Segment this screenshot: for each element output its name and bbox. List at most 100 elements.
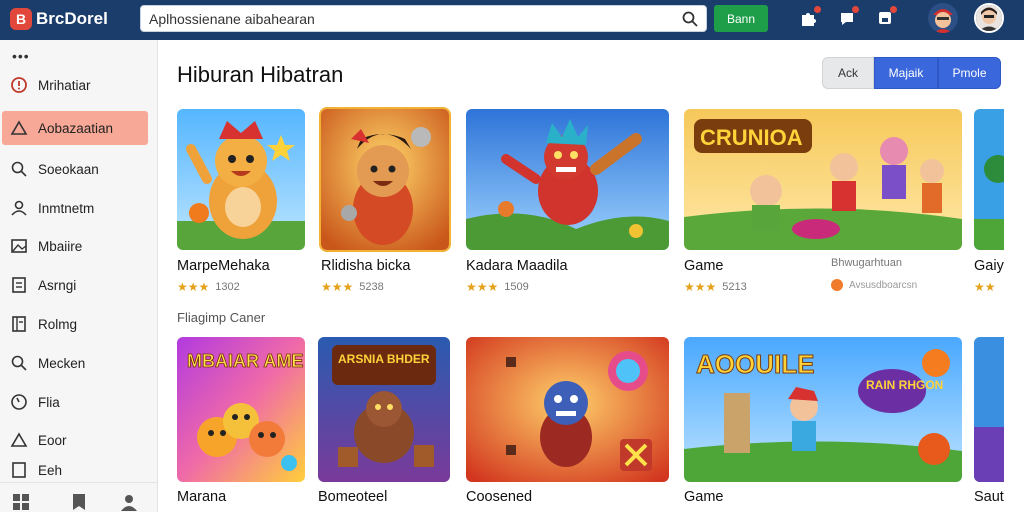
sidebar-item-9[interactable]: Flia [2, 385, 148, 419]
notification-icon[interactable] [838, 6, 859, 27]
game-title: Gaiy [974, 258, 1004, 274]
save-icon[interactable] [876, 6, 897, 27]
sidebar-bottom-bar [0, 482, 157, 512]
warning-icon [10, 432, 28, 447]
game-rating: ★ ★ [974, 280, 996, 294]
star-icon: ★ [974, 280, 985, 294]
sidebar-item-3[interactable]: Soeokaan [2, 152, 148, 186]
segment-button-2[interactable]: Majaik [874, 57, 938, 89]
banner-text: MBAIAR AME [187, 351, 303, 371]
sidebar-item-4[interactable]: Inmtnetm [2, 191, 148, 225]
sidebar-item-label: Mbaiire [38, 238, 83, 254]
search-box [140, 5, 707, 32]
search-icon [11, 355, 27, 371]
sidebar-item-label: Aobazaatian [38, 120, 114, 136]
segment-button-1[interactable]: Ack [822, 57, 874, 89]
sidebar-item-11[interactable]: Eeh [2, 458, 148, 482]
document-icon [12, 462, 26, 478]
sidebar: ••• Mrihatiar Aobazaatian Soeokaan Inmtn… [0, 40, 158, 512]
more-icon[interactable]: ••• [12, 48, 30, 64]
sidebar-item-label: Rolmg [38, 316, 78, 332]
game-title: Rlidisha bicka [321, 258, 411, 274]
game-thumbnail[interactable] [466, 337, 669, 482]
clock-icon [11, 394, 27, 410]
game-thumbnail[interactable] [321, 109, 449, 250]
sidebar-item-2[interactable]: Aobazaatian [2, 111, 148, 145]
avatar-user[interactable] [974, 3, 1004, 33]
star-icon: ★ [466, 280, 477, 294]
puzzle-icon[interactable] [800, 6, 821, 27]
star-icon: ★ [487, 280, 499, 294]
logo-mark: B [10, 8, 32, 30]
game-thumbnail[interactable] [974, 337, 1004, 482]
sidebar-item-label: Soeokaan [38, 161, 99, 177]
search-icon [11, 161, 27, 177]
banner-text: CRUNIOA [700, 125, 803, 150]
grid-icon[interactable] [12, 493, 30, 511]
sidebar-item-5[interactable]: Mbaiire [2, 229, 148, 263]
publisher: Avsusdboarcsn [831, 279, 917, 291]
game-title: Bomeoteel [318, 489, 388, 505]
app-logo[interactable]: B BrcDorel [10, 8, 108, 30]
sidebar-item-label: Inmtnetm [38, 200, 95, 216]
game-title: Game [684, 258, 724, 274]
game-thumbnail[interactable] [177, 109, 305, 250]
sidebar-item-7[interactable]: Rolmg [2, 307, 148, 341]
publisher-icon [831, 279, 843, 291]
sidebar-item-label: Eeh [38, 462, 63, 478]
game-thumbnail[interactable]: MBAIAR AME [177, 337, 305, 482]
game-rating: ★ ★ ★ 1302 [177, 280, 240, 294]
page-title: Hiburan Hibatran [177, 62, 344, 87]
game-title: Saut [974, 489, 1004, 505]
triangle-icon [10, 120, 28, 135]
profile-icon[interactable] [120, 493, 138, 511]
game-thumbnail[interactable] [974, 109, 1004, 250]
sidebar-item-8[interactable]: Mecken [2, 346, 148, 380]
rating-count: 1509 [504, 281, 529, 293]
game-thumbnail[interactable]: ARSNIA BHDER [318, 337, 450, 482]
publisher-name: Avsusdboarcsn [849, 279, 918, 291]
star-icon: ★ [198, 280, 210, 294]
section-label: Fliagimp Caner [177, 310, 266, 325]
rating-count: 1302 [215, 281, 240, 293]
star-icon: ★ [331, 280, 343, 294]
game-title: MarpeMehaka [177, 258, 270, 274]
sidebar-item-label: Mrihatiar [38, 77, 91, 93]
game-rating: ★ ★ ★ 5213 [684, 280, 747, 294]
top-bar: B BrcDorel Bann [0, 0, 1024, 40]
sidebar-item-6[interactable]: Asrngi [2, 268, 148, 302]
search-icon[interactable] [682, 11, 698, 27]
sidebar-item-label: Flia [38, 394, 60, 410]
star-icon: ★ [694, 280, 706, 294]
game-title: Kadara Maadila [466, 258, 568, 274]
image-icon [11, 239, 27, 253]
game-thumbnail[interactable]: AOOUILE RAIN RHGON [684, 337, 962, 482]
bookmark-icon[interactable] [70, 493, 88, 511]
app-title: BrcDorel [36, 9, 108, 28]
search-input[interactable] [149, 9, 669, 29]
badge-text: RAIN RHGON [866, 378, 943, 392]
banner-text: ARSNIA BHDER [338, 352, 430, 366]
segment-button-3[interactable]: Pmole [938, 57, 1001, 89]
star-icon: ★ [705, 280, 717, 294]
star-icon: ★ [984, 280, 996, 294]
star-icon: ★ [684, 280, 695, 294]
book-icon [12, 316, 26, 332]
banner-text: AOOUILE [696, 349, 814, 379]
document-icon [12, 277, 26, 293]
sidebar-item-10[interactable]: Eoor [2, 423, 148, 457]
user-icon [11, 200, 27, 216]
search-button[interactable]: Bann [714, 5, 768, 32]
game-thumbnail[interactable]: CRUNIOA [684, 109, 962, 250]
sidebar-item-label: Mecken [38, 355, 86, 371]
sidebar-item-1[interactable]: Mrihatiar [2, 68, 148, 102]
sidebar-item-label: Eoor [38, 432, 67, 448]
main-content: Hiburan Hibatran Ack Majaik Pmole MarpeM… [158, 40, 1024, 512]
game-thumbnail[interactable] [466, 109, 669, 250]
game-rating: ★ ★ ★ 5238 [321, 280, 384, 294]
alert-icon [11, 77, 27, 93]
game-title: Marana [177, 489, 227, 505]
star-icon: ★ [187, 280, 199, 294]
game-title: Coosened [466, 489, 533, 505]
avatar-character[interactable] [928, 3, 958, 33]
